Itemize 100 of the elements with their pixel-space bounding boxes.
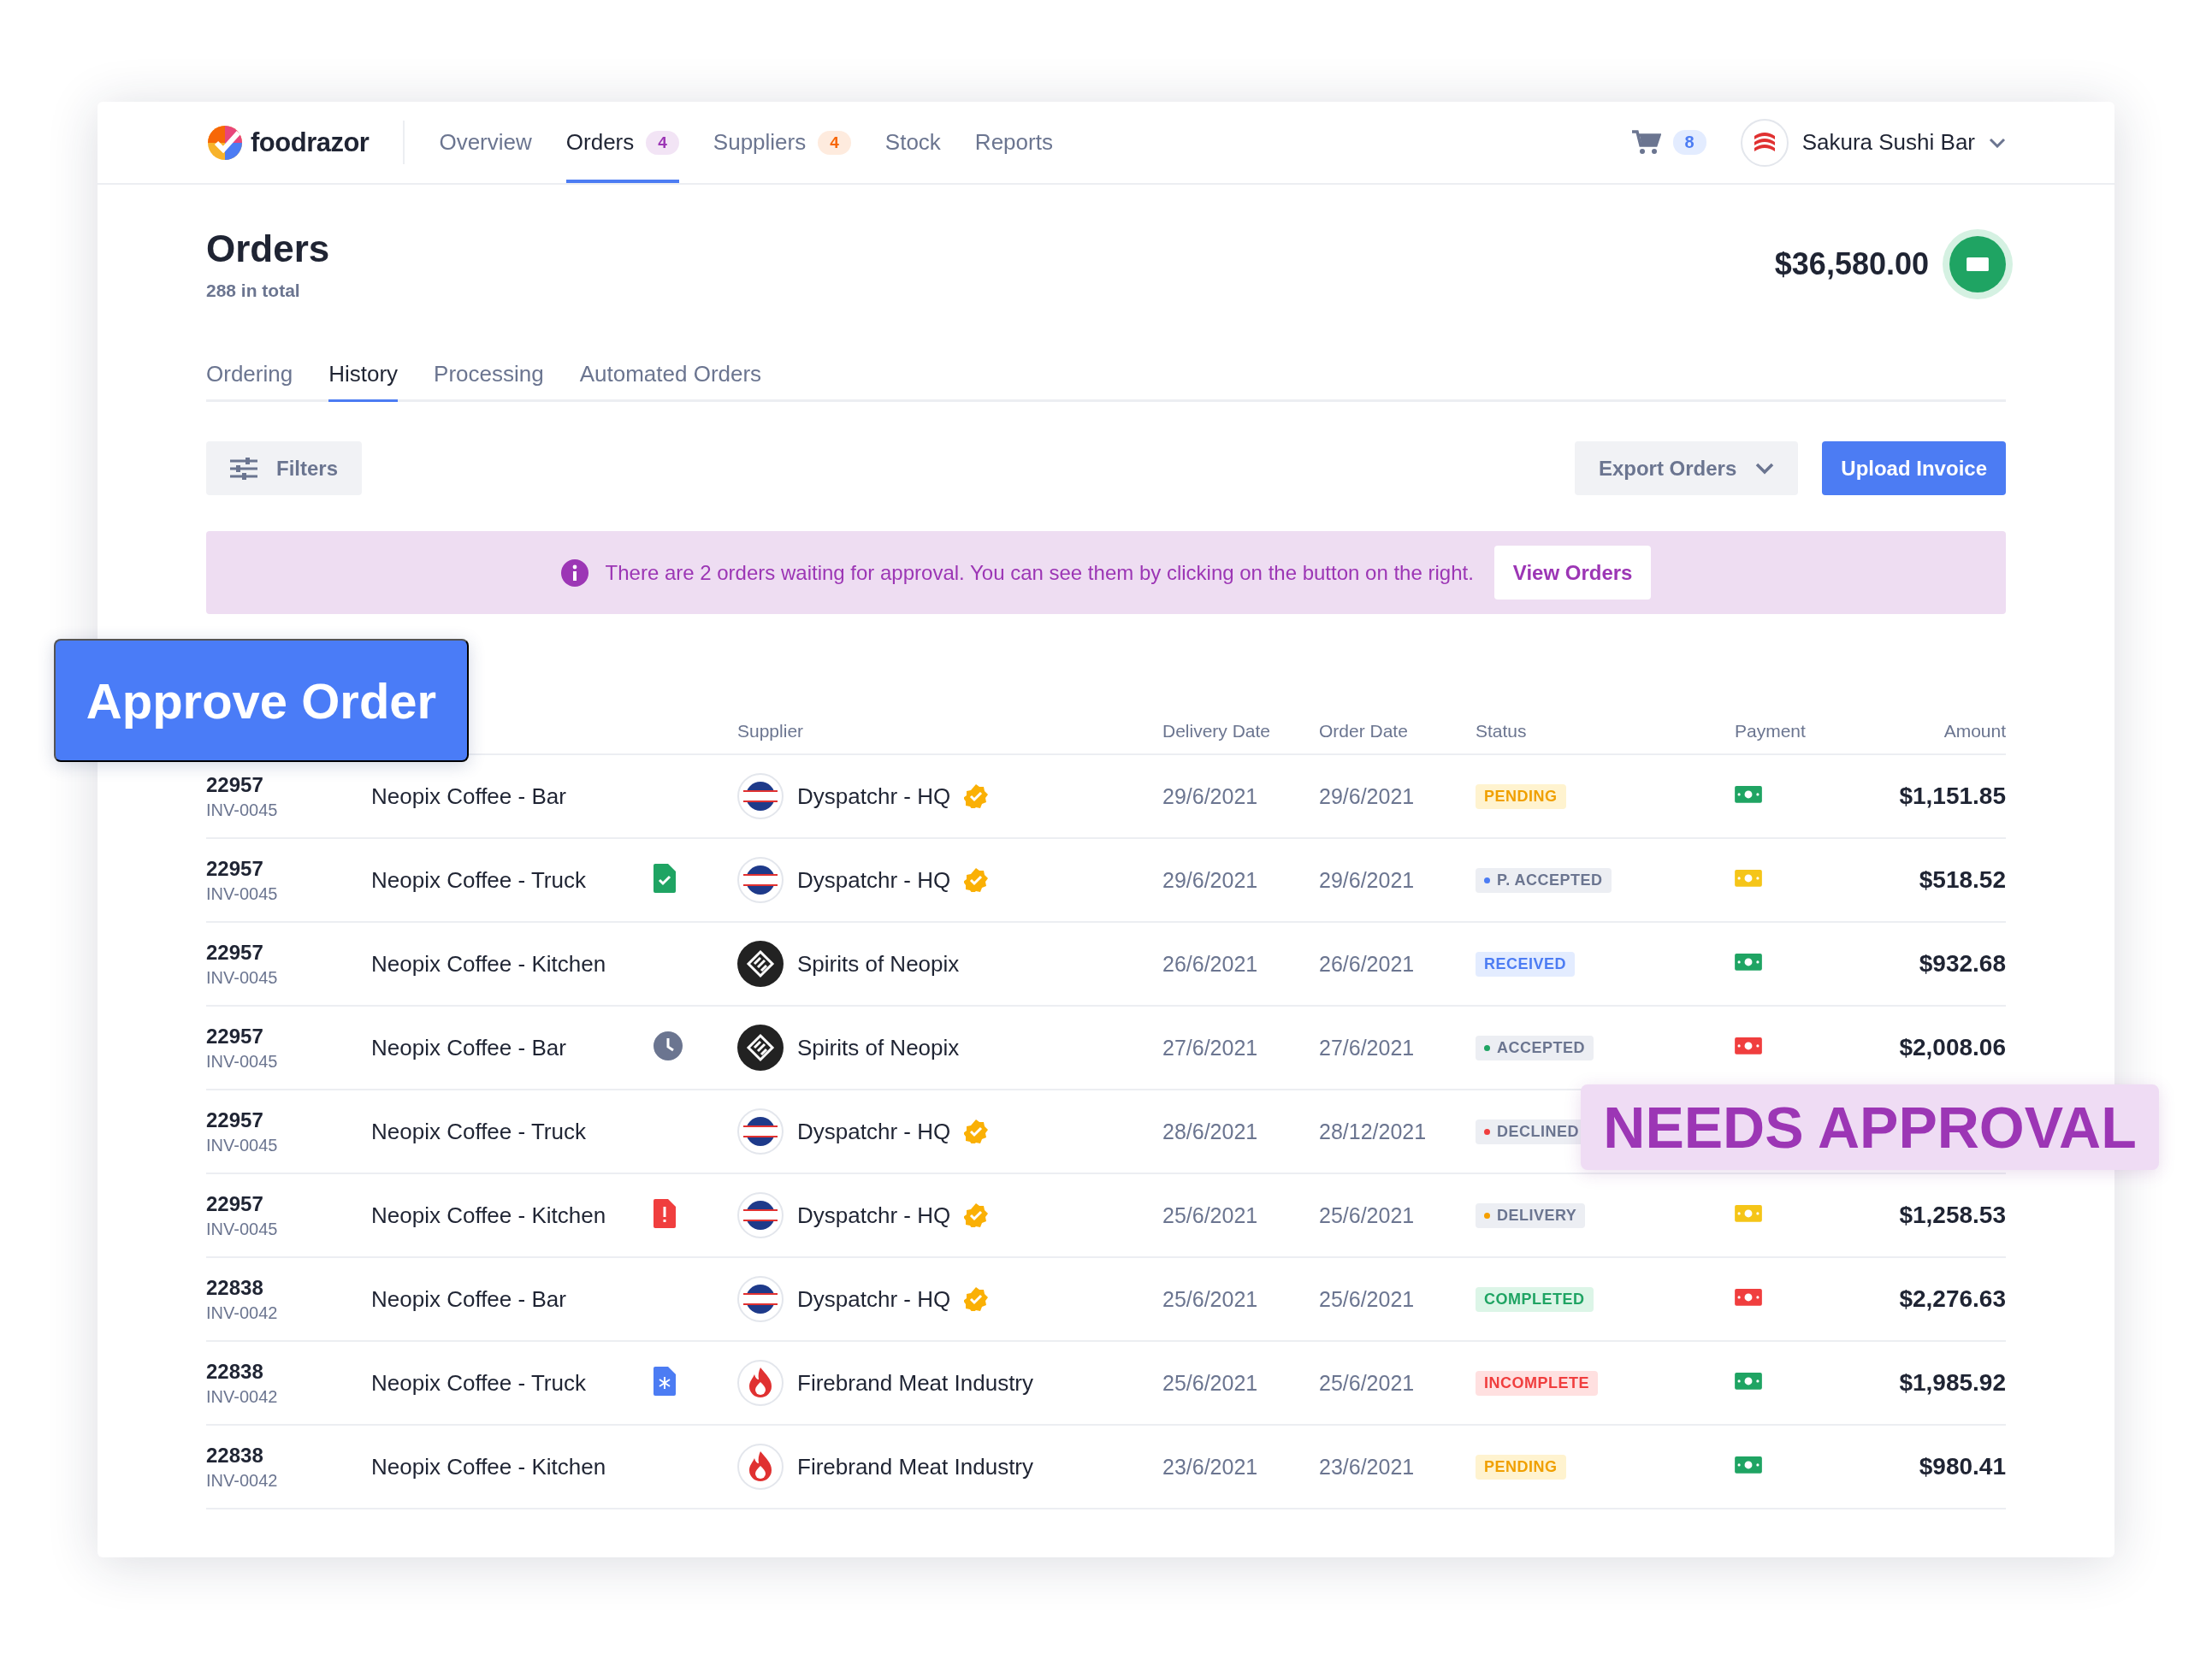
status-tag: DELIVERY xyxy=(1476,1202,1586,1228)
supplier-name: Spirits of Neopix xyxy=(797,1034,960,1061)
supplier-logo xyxy=(737,857,784,903)
delivery-date: 28/6/2021 xyxy=(1162,1119,1259,1144)
tab[interactable]: Automated Orders xyxy=(579,361,762,402)
order-number: 22838 xyxy=(206,1275,264,1300)
nav-link[interactable]: Reports xyxy=(974,102,1053,183)
chevron-down-icon[interactable] xyxy=(1989,137,2006,148)
supplier-logo xyxy=(737,1444,784,1490)
supplier-name: Dyspatchr - HQ xyxy=(797,866,951,894)
filter-icon xyxy=(230,457,257,480)
order-amount: $932.68 xyxy=(1918,950,2006,978)
status-tag: RECEIVED xyxy=(1476,951,1576,977)
status-tag: INCOMPLETE xyxy=(1476,1370,1598,1396)
order-amount: $2,276.63 xyxy=(1898,1285,2006,1313)
tab[interactable]: History xyxy=(328,361,399,402)
cart-icon[interactable] xyxy=(1631,129,1661,156)
location-name: Neopix Coffee - Truck xyxy=(371,1118,587,1145)
chevron-down-icon xyxy=(1755,462,1775,475)
delivery-date: 27/6/2021 xyxy=(1162,1035,1259,1060)
approve-order-button[interactable]: Approve Order xyxy=(54,639,469,762)
invoice-number: INV-0045 xyxy=(206,883,279,904)
supplier-name: Firebrand Meat Industry xyxy=(797,1369,1033,1397)
location-name: Neopix Coffee - Kitchen xyxy=(371,1202,607,1229)
delivery-date: 25/6/2021 xyxy=(1162,1286,1259,1312)
status-tag: P. ACCEPTED xyxy=(1476,867,1612,893)
order-date: 26/6/2021 xyxy=(1319,951,1416,977)
count-badge: 4 xyxy=(818,130,851,155)
needs-approval-label: NEEDS APPROVAL xyxy=(1581,1084,2159,1170)
order-number: 22838 xyxy=(206,1443,264,1468)
location-name: Neopix Coffee - Bar xyxy=(371,1285,567,1313)
tab[interactable]: Processing xyxy=(434,361,544,402)
avatar-icon[interactable] xyxy=(1740,118,1789,167)
cash-icon xyxy=(1967,257,1989,272)
document-alert-icon xyxy=(654,1199,676,1228)
supplier-name: Dyspatchr - HQ xyxy=(797,1118,951,1145)
order-number: 22957 xyxy=(206,940,264,965)
location-name: Neopix Coffee - Kitchen xyxy=(371,1453,607,1480)
order-amount: $1,258.53 xyxy=(1898,1202,2006,1229)
supplier-logo xyxy=(737,941,784,987)
order-date: 29/6/2021 xyxy=(1319,783,1416,809)
delivery-date: 25/6/2021 xyxy=(1162,1202,1259,1228)
filters-button[interactable]: Filters xyxy=(206,441,363,495)
upload-invoice-button[interactable]: Upload Invoice xyxy=(1822,441,2006,495)
order-date: 25/6/2021 xyxy=(1319,1370,1416,1396)
supplier-logo xyxy=(737,1276,784,1322)
order-number: 22957 xyxy=(206,1108,264,1132)
count-badge: 4 xyxy=(646,130,679,155)
nav-link[interactable]: Orders 4 xyxy=(565,102,679,183)
brand-name: foodrazor xyxy=(251,127,370,158)
delivery-date: 29/6/2021 xyxy=(1162,867,1259,893)
order-date: 28/12/2021 xyxy=(1319,1119,1428,1144)
status-tag: PENDING xyxy=(1476,1454,1566,1480)
clock-icon xyxy=(654,1031,683,1060)
delivery-date: 26/6/2021 xyxy=(1162,951,1259,977)
column-header: Supplier xyxy=(737,721,805,742)
invoice-number: INV-0042 xyxy=(206,1303,279,1323)
tab[interactable]: Ordering xyxy=(206,361,293,402)
order-amount: $1,151.85 xyxy=(1898,783,2006,810)
supplier-name: Dyspatchr - HQ xyxy=(797,783,951,810)
info-icon xyxy=(560,558,588,587)
status-tag: ACCEPTED xyxy=(1476,1035,1594,1060)
column-header: Delivery Date xyxy=(1162,721,1272,742)
nav-link[interactable]: Overview xyxy=(439,102,532,183)
export-orders-button[interactable]: Export Orders xyxy=(1574,441,1799,495)
total-amount: $36,580.00 xyxy=(1774,246,1929,282)
status-tag: PENDING xyxy=(1476,783,1566,809)
invoice-number: INV-0045 xyxy=(206,1135,279,1155)
supplier-logo xyxy=(737,1025,784,1071)
order-date: 25/6/2021 xyxy=(1319,1202,1416,1228)
supplier-name: Firebrand Meat Industry xyxy=(797,1453,1033,1480)
supplier-name: Dyspatchr - HQ xyxy=(797,1202,951,1229)
order-count: 288 in total xyxy=(206,281,301,301)
order-date: 27/6/2021 xyxy=(1319,1035,1416,1060)
location-name: Neopix Coffee - Truck xyxy=(371,1369,587,1397)
order-number: 22957 xyxy=(206,772,264,797)
invoice-number: INV-0045 xyxy=(206,967,279,988)
location-name: Neopix Coffee - Bar xyxy=(371,783,567,810)
order-number: 22957 xyxy=(206,1024,264,1049)
location-name: Neopix Coffee - Truck xyxy=(371,866,587,894)
order-date: 29/6/2021 xyxy=(1319,867,1416,893)
column-header: Status xyxy=(1476,721,1528,742)
column-header: Order Date xyxy=(1319,721,1409,742)
supplier-logo xyxy=(737,773,784,819)
column-header: Payment xyxy=(1735,721,1807,742)
delivery-date: 23/6/2021 xyxy=(1162,1454,1259,1480)
nav-link[interactable]: Suppliers 4 xyxy=(713,102,851,183)
cart-count-badge: 8 xyxy=(1672,130,1706,155)
nav-link[interactable]: Stock xyxy=(884,102,941,183)
delivery-date: 29/6/2021 xyxy=(1162,783,1259,809)
account-name[interactable]: Sakura Sushi Bar xyxy=(1801,129,1975,156)
supplier-name: Dyspatchr - HQ xyxy=(797,1285,951,1313)
location-name: Neopix Coffee - Kitchen xyxy=(371,950,607,978)
order-amount: $518.52 xyxy=(1918,866,2006,894)
supplier-name: Spirits of Neopix xyxy=(797,950,960,978)
order-date: 25/6/2021 xyxy=(1319,1286,1416,1312)
supplier-logo xyxy=(737,1192,784,1238)
location-name: Neopix Coffee - Bar xyxy=(371,1034,567,1061)
order-amount: $2,008.06 xyxy=(1898,1034,2006,1061)
view-orders-button[interactable]: View Orders xyxy=(1493,546,1652,600)
